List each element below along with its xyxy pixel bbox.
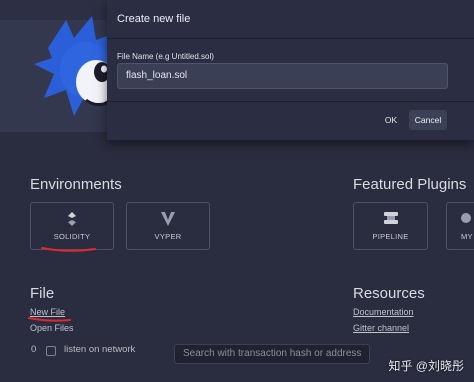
- solidity-icon: [31, 212, 113, 229]
- listen-on-network-label: listen on network: [64, 344, 136, 355]
- modal-header-divider: [107, 38, 474, 39]
- environments-title: Environments: [30, 176, 122, 193]
- vyper-icon: [127, 212, 209, 229]
- plugin-button-partial[interactable]: MY: [446, 202, 474, 250]
- modal-footer-divider: [107, 101, 474, 102]
- resources-title: Resources: [353, 285, 425, 302]
- cancel-button[interactable]: Cancel: [409, 110, 447, 130]
- vyper-label: VYPER: [154, 232, 182, 241]
- plugin-label: MY: [461, 232, 473, 241]
- file-name-input[interactable]: flash_loan.sol: [117, 63, 448, 89]
- featured-plugins-title: Featured Plugins: [353, 176, 467, 193]
- new-file-link[interactable]: New File: [30, 307, 65, 317]
- listen-on-network-checkbox[interactable]: [46, 346, 56, 356]
- documentation-link[interactable]: Documentation: [353, 307, 414, 317]
- gitter-channel-link[interactable]: Gitter channel: [353, 323, 409, 333]
- pipeline-plugin-button[interactable]: PIPELINE: [353, 202, 428, 250]
- pipeline-label: PIPELINE: [372, 232, 409, 241]
- open-files-link[interactable]: Open Files: [30, 323, 74, 333]
- vyper-environment-button[interactable]: VYPER: [126, 202, 210, 250]
- create-file-modal: Create new file File Name (e.g Untitled.…: [107, 0, 474, 140]
- file-title: File: [30, 285, 55, 302]
- ok-button[interactable]: OK: [379, 112, 403, 129]
- plugin-icon: [447, 212, 474, 227]
- pipeline-icon: [354, 212, 427, 227]
- solidity-label: SOLIDITY: [53, 232, 91, 241]
- file-name-label: File Name (e.g Untitled.sol): [117, 52, 214, 61]
- modal-title: Create new file: [117, 13, 191, 25]
- watermark: 知乎 @刘晓彤: [388, 359, 464, 373]
- solidity-environment-button[interactable]: SOLIDITY: [30, 202, 114, 250]
- transaction-count: 0: [31, 344, 37, 355]
- transaction-search-input[interactable]: Search with transaction hash or address: [174, 344, 370, 364]
